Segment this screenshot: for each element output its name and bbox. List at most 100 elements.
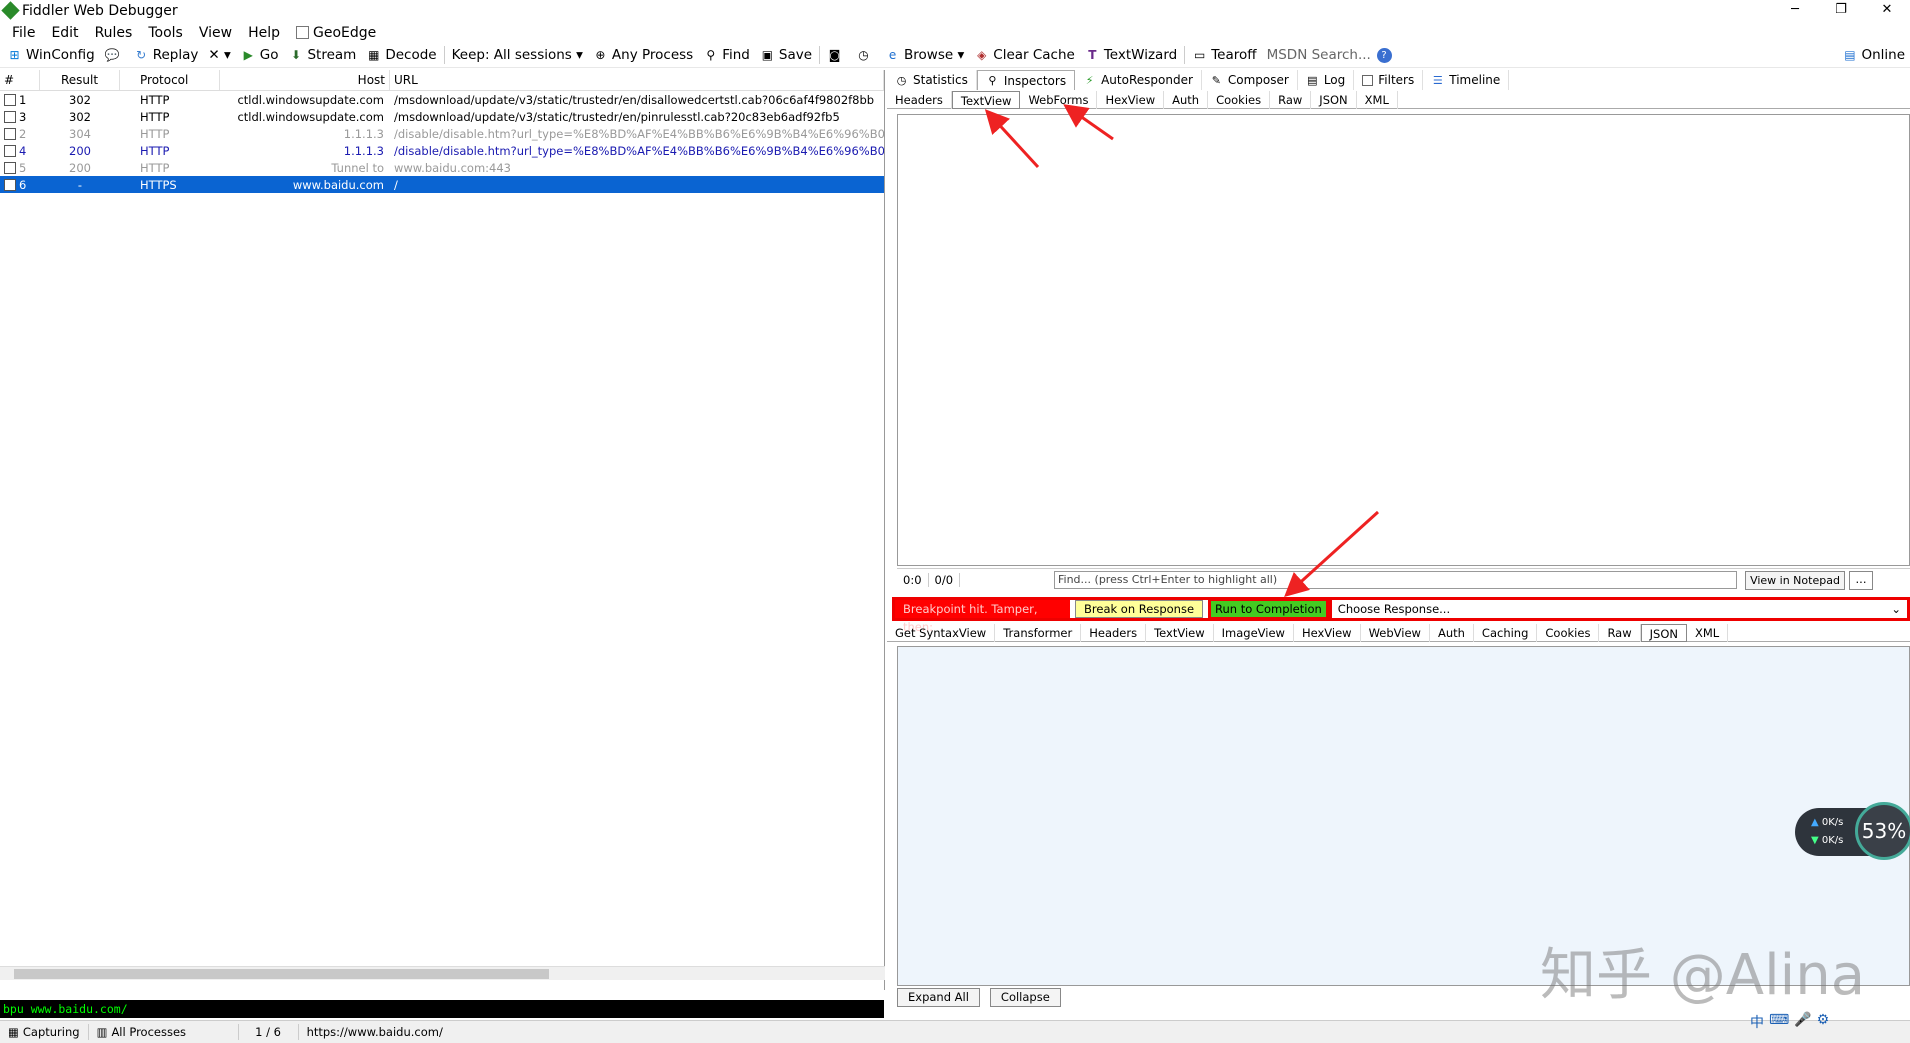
resp-tab-cookies[interactable]: Cookies (1537, 623, 1600, 642)
resp-tab-webview[interactable]: WebView (1361, 623, 1430, 642)
tab-autoresponder[interactable]: ⚡ AutoResponder (1075, 70, 1202, 90)
req-tab-cookies[interactable]: Cookies (1208, 90, 1271, 109)
req-tab-textview[interactable]: TextView (951, 90, 1021, 109)
microphone-icon[interactable]: 🎤 (1794, 1012, 1811, 1032)
session-type-icon (4, 93, 16, 106)
tab-log[interactable]: ▤ Log (1298, 70, 1355, 90)
menu-file[interactable]: File (4, 25, 43, 41)
resp-tab-textview[interactable]: TextView (1146, 623, 1214, 642)
col-num[interactable]: # (0, 70, 40, 90)
session-protocol: HTTP (140, 92, 170, 107)
req-tab-json[interactable]: JSON (1311, 90, 1357, 109)
col-protocol[interactable]: Protocol (120, 70, 220, 90)
col-url[interactable]: URL (390, 70, 884, 90)
tab-statistics[interactable]: ◷ Statistics (887, 70, 977, 90)
sessions-header: # Result Protocol Host URL (0, 70, 884, 91)
replay-button[interactable]: ↻ Replay (129, 44, 204, 66)
resp-tab-syntaxview[interactable]: Get SyntaxView (887, 623, 996, 642)
tab-timeline[interactable]: ☰ Timeline (1423, 70, 1510, 90)
arrow-up-icon: ▲ (1811, 817, 1822, 828)
req-tab-raw[interactable]: Raw (1270, 90, 1312, 109)
settings-icon[interactable]: ⚙ (1817, 1012, 1830, 1032)
resp-tab-hexview[interactable]: HexView (1294, 623, 1361, 642)
go-button[interactable]: ▶ Go (236, 44, 284, 66)
resp-tab-json[interactable]: JSON (1640, 623, 1687, 642)
breakpoint-bar: Breakpoint hit. Tamper, then: Break on R… (892, 597, 1910, 634)
menu-geoedge[interactable]: GeoEdge (288, 25, 384, 41)
msdn-search-input[interactable]: MSDN Search... (1262, 44, 1372, 66)
req-tab-headers[interactable]: Headers (887, 90, 952, 109)
choose-response-dropdown[interactable]: Choose Response... ⌄ (1328, 600, 1907, 618)
restore-button[interactable]: ❐ (1818, 0, 1864, 22)
minimize-button[interactable]: ─ (1772, 0, 1818, 22)
screenshot-button[interactable]: ◙ (822, 44, 851, 66)
winconfig-button[interactable]: ⊞ WinConfig (2, 44, 100, 66)
any-process-button[interactable]: ⊕ Any Process (588, 44, 698, 66)
capturing-toggle[interactable]: ▦ Capturing (0, 1024, 89, 1040)
run-to-completion-button[interactable]: Run to Completion (1208, 598, 1329, 620)
col-result[interactable]: Result (40, 70, 120, 90)
ime-icon[interactable]: 中 (1750, 1012, 1764, 1032)
req-tab-xml[interactable]: XML (1357, 90, 1398, 109)
expand-all-button[interactable]: Expand All (897, 988, 980, 1007)
req-tab-auth[interactable]: Auth (1164, 90, 1209, 109)
keep-sessions-dropdown[interactable]: Keep: All sessions ▾ (447, 44, 588, 66)
session-row[interactable]: 2 304 HTTP 1.1.1.3/disable/disable.htm?url_… (0, 125, 884, 142)
remove-button[interactable]: ✕ ▾ (203, 44, 235, 66)
resp-tab-caching[interactable]: Caching (1474, 623, 1538, 642)
tab-label: Statistics (913, 73, 968, 87)
req-tab-webforms[interactable]: WebForms (1020, 90, 1098, 109)
quickexec-input[interactable]: bpu www.baidu.com/ (0, 1000, 884, 1018)
close-button[interactable]: ✕ (1864, 0, 1910, 22)
tab-filters[interactable]: Filters (1354, 70, 1424, 90)
browse-button[interactable]: e Browse ▾ (880, 44, 969, 66)
session-row[interactable]: 6 - HTTPS www.baidu.com / (0, 176, 884, 193)
scroll-thumb[interactable] (14, 969, 549, 979)
decode-icon: ▦ (368, 47, 380, 62)
session-row[interactable]: 1 302 HTTP ctldl.windowsupdate.com/msdownlo… (0, 91, 884, 108)
session-num-text: 3 (19, 109, 27, 124)
decode-button[interactable]: ▦ Decode (361, 44, 441, 66)
tab-label: Composer (1227, 73, 1289, 87)
online-button[interactable]: ▤ Online (1837, 44, 1910, 66)
tab-inspectors[interactable]: ⚲ Inspectors (976, 70, 1076, 90)
menu-rules[interactable]: Rules (87, 25, 141, 41)
menu-help[interactable]: Help (240, 25, 288, 41)
resp-tab-headers[interactable]: Headers (1081, 623, 1147, 642)
tearoff-button[interactable]: ▭ Tearoff (1187, 44, 1261, 66)
req-tab-hexview[interactable]: HexView (1097, 90, 1165, 109)
process-filter[interactable]: ▥ All Processes (89, 1024, 239, 1040)
session-row[interactable]: 5 200 HTTP Tunnel to www.baidu.com:443 (0, 159, 884, 176)
resp-tab-raw[interactable]: Raw (1599, 623, 1641, 642)
menu-tools[interactable]: Tools (140, 25, 191, 41)
help-button[interactable]: ? (1372, 44, 1401, 66)
break-on-response-button[interactable]: Break on Response (1075, 600, 1204, 618)
menu-view[interactable]: View (191, 25, 240, 41)
clear-cache-button[interactable]: ◈ Clear Cache (969, 44, 1080, 66)
keyboard-icon[interactable]: ⌨ (1769, 1012, 1789, 1032)
session-type-icon (4, 110, 16, 123)
resp-tab-xml[interactable]: XML (1687, 623, 1729, 642)
horizontal-scrollbar[interactable] (0, 966, 885, 980)
more-button[interactable]: ... (1849, 571, 1873, 590)
textwizard-button[interactable]: T TextWizard (1080, 44, 1182, 66)
menu-bar: File Edit Rules Tools View Help GeoEdge (0, 22, 1910, 43)
resp-tab-transformer[interactable]: Transformer (995, 623, 1082, 642)
col-host[interactable]: Host (220, 70, 390, 90)
stream-button[interactable]: ⬇ Stream (283, 44, 361, 66)
tab-composer[interactable]: ✎ Composer (1202, 70, 1298, 90)
resp-tab-auth[interactable]: Auth (1430, 623, 1474, 642)
save-button[interactable]: ▣ Save (755, 44, 817, 66)
view-in-notepad-button[interactable]: View in Notepad (1745, 571, 1845, 590)
resp-tab-imageview[interactable]: ImageView (1214, 623, 1294, 642)
menu-edit[interactable]: Edit (43, 25, 86, 41)
timer-button[interactable]: ◷ (851, 44, 880, 66)
collapse-button[interactable]: Collapse (989, 988, 1061, 1007)
request-textview[interactable] (897, 114, 1910, 566)
find-input[interactable]: Find... (press Ctrl+Enter to highlight a… (1054, 571, 1737, 589)
session-row[interactable]: 4 200 HTTP 1.1.1.3/disable/disable.htm?url_… (0, 142, 884, 159)
comment-button[interactable]: 💬 (100, 44, 129, 66)
find-button[interactable]: ⚲ Find (698, 44, 755, 66)
session-row[interactable]: 3 302 HTTP ctldl.windowsupdate.com/msdownlo… (0, 108, 884, 125)
session-protocol: HTTP (140, 109, 170, 124)
